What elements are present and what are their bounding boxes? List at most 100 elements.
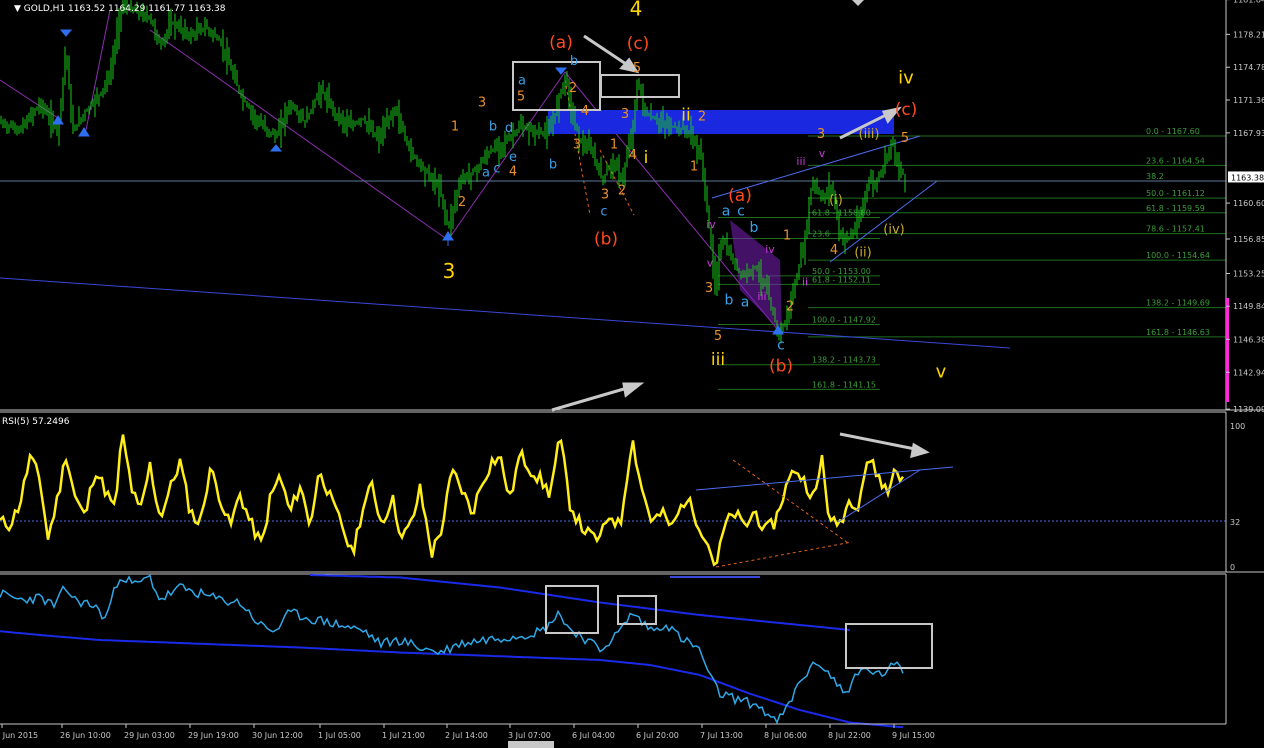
fib-level-label: 78.6 - 1157.41 [1146, 225, 1205, 234]
fib-level-label: 161.8 - 1141.15 [812, 380, 876, 389]
time-tick-label: 9 Jul 15:00 [892, 731, 935, 740]
wave-label: 3 [443, 259, 456, 283]
wave-label: 1 [783, 228, 791, 243]
resistance-zone [548, 110, 894, 134]
wave-label: v [936, 361, 947, 382]
wave-label: 1 [451, 119, 459, 134]
wave-label: 5 [517, 90, 525, 105]
ohlc-values: 1163.52 1164.29 1161.77 1163.38 [68, 4, 226, 14]
wave-label: iv [706, 218, 716, 231]
wave-label: b [750, 220, 759, 236]
price-tick-label: 1156.85 [1233, 235, 1264, 244]
price-tick-label: 1174.78 [1233, 63, 1264, 72]
wave-label: iii [757, 290, 766, 303]
wave-label: 2 [569, 81, 577, 96]
wave-label: v [819, 147, 826, 160]
wave-label: 3 [705, 281, 713, 296]
price-scale-marker [1226, 298, 1229, 402]
wave-label: d [505, 121, 513, 136]
price-tick-label: 1142.94 [1233, 368, 1264, 377]
rsi-header: RSI(5) 57.2496 [2, 417, 70, 427]
wave-label: a [741, 295, 750, 311]
wave-label: b [570, 54, 578, 69]
wave-label: iv [765, 243, 775, 256]
wave-label: (b) [594, 229, 618, 249]
wave-label: 5 [714, 329, 722, 344]
wave-label: c [737, 204, 745, 220]
fib-level-label: 23.6 - 1164.54 [1146, 156, 1205, 165]
fib-level-label: 61.8 - 1159.59 [1146, 204, 1205, 213]
time-tick-label: 3 Jul 07:00 [508, 731, 551, 740]
rsi-tick-label: 100 [1230, 422, 1245, 431]
wave-label: 4 [581, 104, 589, 119]
fib-level-label: 0.0 - 1167.60 [1146, 127, 1200, 136]
rsi-tick-label: 32 [1230, 518, 1240, 527]
current-price-tag: 1163.38 [1228, 171, 1264, 183]
fib-level-label: 138.2 - 1143.73 [812, 356, 876, 365]
price-tick-label: 1149.84 [1233, 302, 1264, 311]
wave-label: 2 [698, 110, 706, 125]
fib-level-label: 161.8 - 1146.63 [1146, 328, 1210, 337]
wave-label: 4 [629, 148, 637, 163]
price-tick-label: 1146.38 [1233, 335, 1264, 344]
time-tick-label: 29 Jun 03:00 [124, 731, 175, 740]
time-tick-label: 7 Jul 13:00 [700, 731, 743, 740]
time-tick-label: 6 Jul 04:00 [572, 731, 615, 740]
wave-label: (a) [549, 33, 573, 53]
wave-label: e [509, 150, 517, 165]
wave-label: 1 [610, 137, 618, 152]
wave-label: 4 [830, 243, 838, 258]
wave-label: a [722, 204, 731, 220]
collapse-triangle-icon: ▼ [14, 4, 24, 14]
wave-label: i [644, 148, 649, 168]
wave-label: 3 [478, 95, 486, 110]
wave-label: b [549, 158, 557, 173]
fib-level-label: 61.8 - 1158.80 [812, 208, 871, 217]
wave-label: 3 [817, 127, 825, 142]
wave-label: v [707, 256, 714, 269]
wave-label: 5 [901, 131, 909, 146]
price-tick-label: 1181.84 [1233, 0, 1264, 5]
wave-label: (c) [895, 100, 918, 120]
symbol-name: GOLD,H1 [24, 4, 65, 14]
price-tick-label: 1160.60 [1233, 199, 1264, 208]
time-tick-label: 25 Jun 2015 [0, 731, 38, 740]
time-tick-label: 6 Jul 20:00 [636, 731, 679, 740]
time-tick-label: 1 Jul 21:00 [382, 731, 425, 740]
fib-level-label: 61.8 - 1152.11 [812, 275, 871, 284]
fib-level-label: 50.0 - 1161.12 [1146, 189, 1205, 198]
time-tick-label: 2 Jul 14:00 [445, 731, 488, 740]
fib-level-label: 100.0 - 1154.64 [1146, 251, 1210, 260]
wave-label: c [600, 205, 607, 220]
wave-label: iii [711, 350, 725, 370]
price-tick-label: 1178.21 [1233, 30, 1264, 39]
wave-label: 2 [618, 183, 626, 198]
wave-label: b [489, 119, 497, 134]
wave-label: (iv) [883, 223, 904, 238]
wave-label: ii [681, 106, 690, 126]
symbol-header: ▼ GOLD,H1 1163.52 1164.29 1161.77 1163.3… [14, 4, 226, 14]
wave-label: c [493, 161, 500, 176]
fib-level-label: 23.6 [812, 230, 830, 239]
time-scroll-marker [508, 741, 554, 748]
time-tick-label: 26 Jun 10:00 [60, 731, 111, 740]
time-tick-label: 1 Jul 05:00 [318, 731, 361, 740]
price-tick-label: 1153.25 [1233, 269, 1264, 278]
wave-label: (ii) [854, 246, 871, 261]
wave-label: 2 [786, 299, 794, 314]
wave-label: 3 [601, 187, 609, 202]
fib-level-label: 100.0 - 1147.92 [812, 316, 876, 325]
rsi-tick-label: 0 [1230, 563, 1235, 572]
price-tick-label: 1171.36 [1233, 96, 1264, 105]
wave-label: 4 [630, 0, 643, 20]
wave-label: iv [898, 67, 914, 88]
trading-chart[interactable]: 0.0 - 1167.60 23.6 - 1164.54 38.2 50.0 - 11… [0, 0, 1264, 748]
wave-label: (iii) [859, 127, 880, 142]
wave-label: ii [802, 275, 808, 288]
wave-label: 3 [621, 107, 629, 122]
fib-level-label: 138.2 - 1149.69 [1146, 299, 1210, 308]
fib-level-label: 38.2 [1146, 172, 1164, 181]
time-tick-label: 8 Jul 06:00 [764, 731, 807, 740]
current-price-text: 1163.38 [1231, 173, 1264, 182]
wave-label: (i) [829, 193, 843, 208]
